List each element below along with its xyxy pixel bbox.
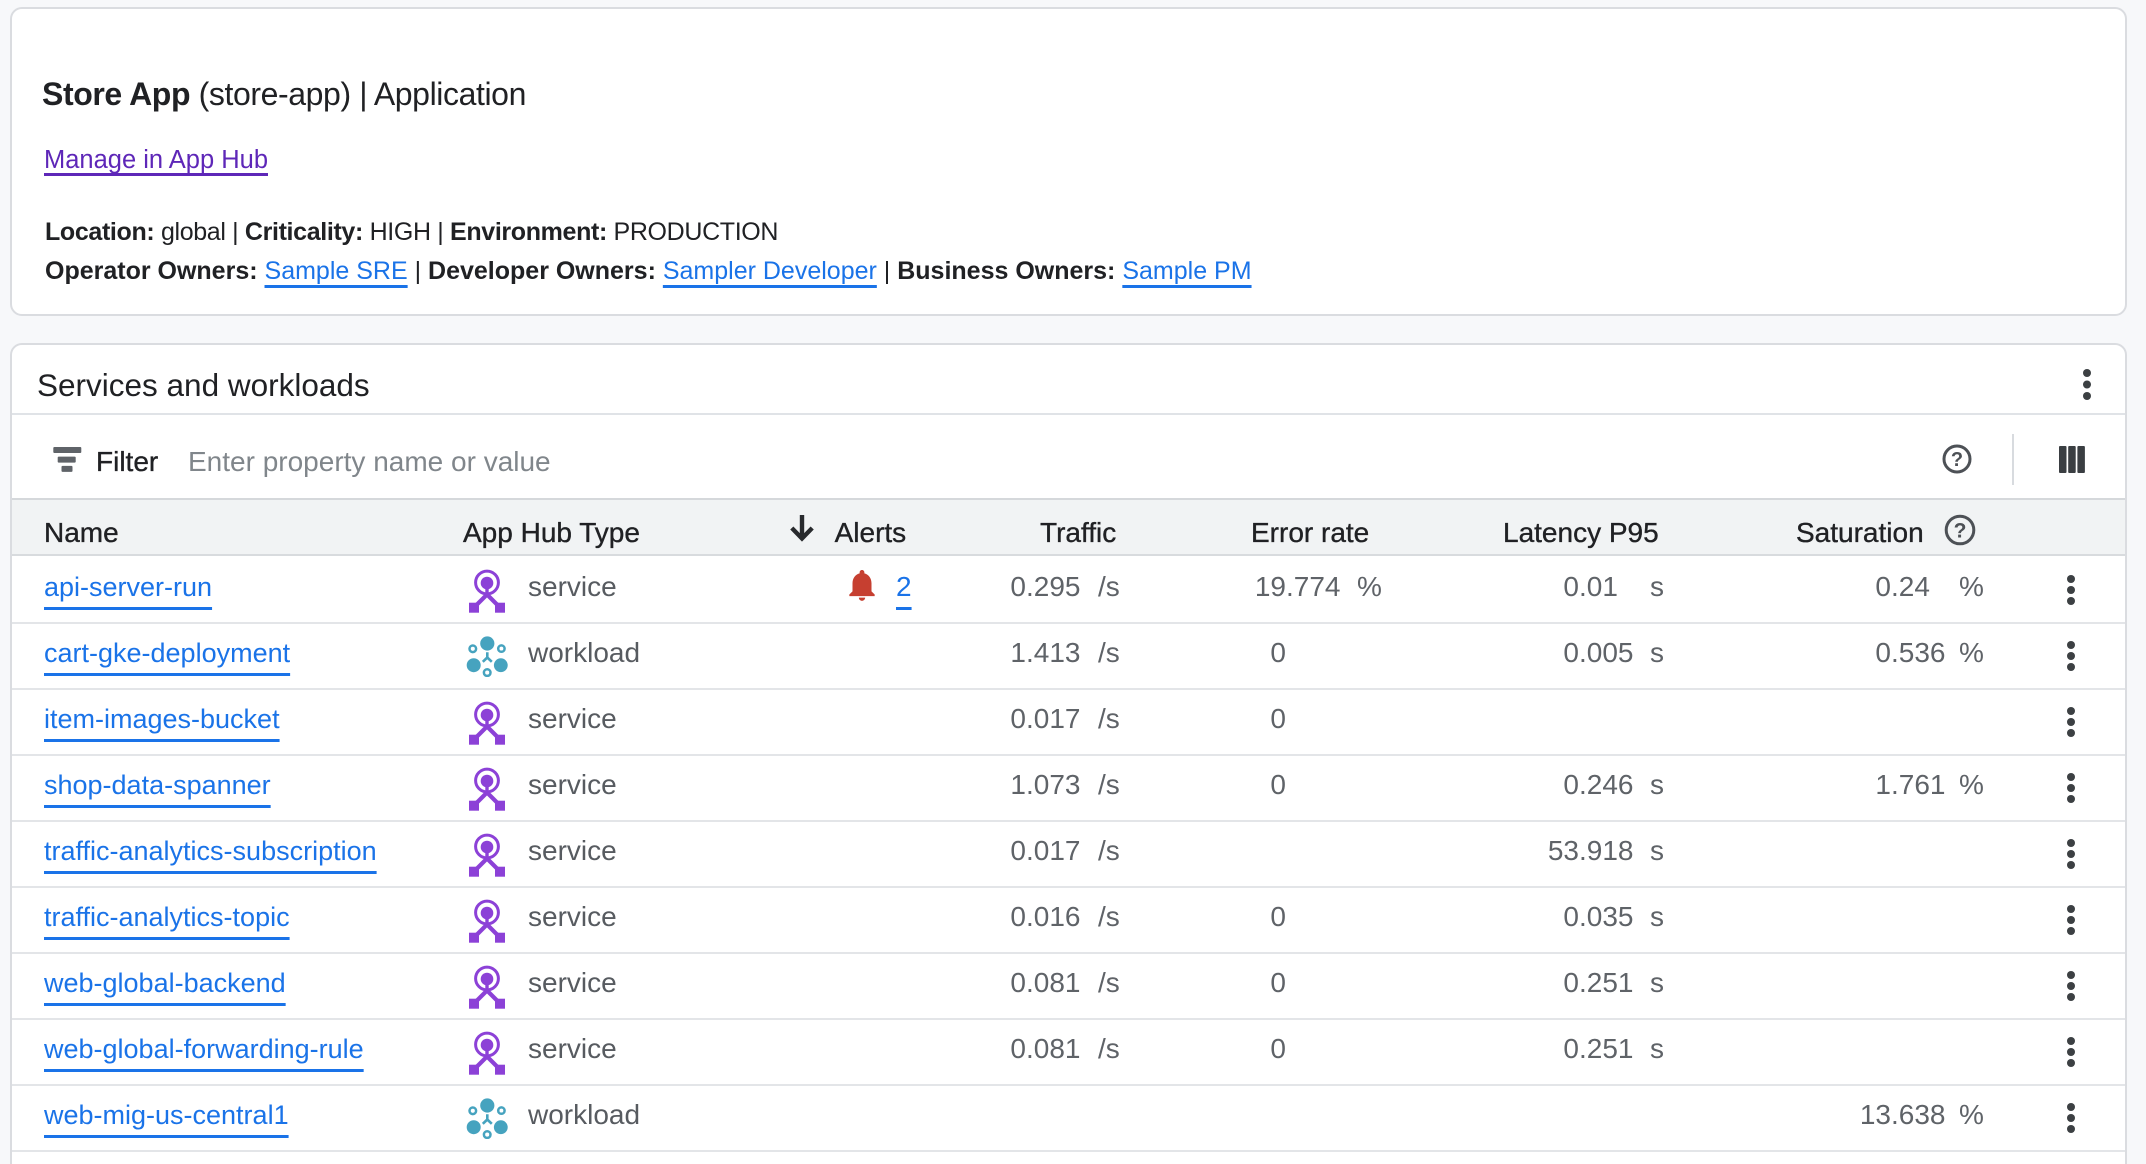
svg-text:?: ? [1954, 520, 1967, 543]
svg-text:?: ? [1951, 449, 1963, 471]
